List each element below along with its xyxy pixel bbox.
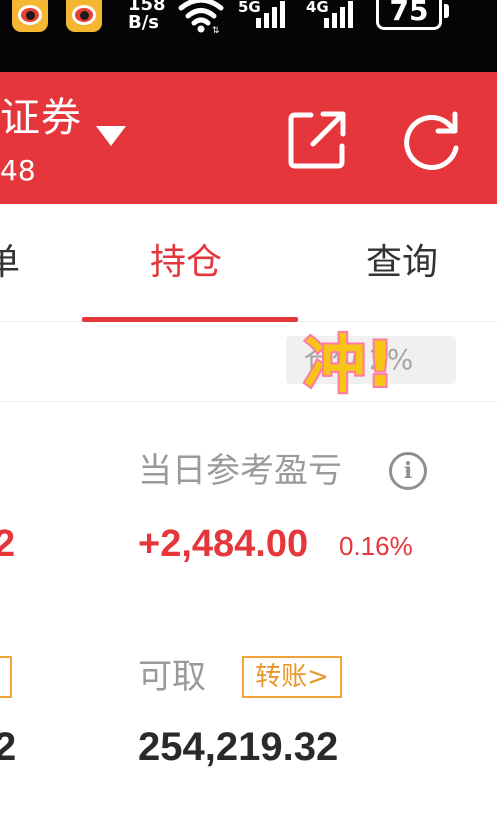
battery-indicator: 75 [376, 0, 442, 30]
tab-order[interactable]: 单 [0, 240, 20, 286]
info-icon[interactable]: i [389, 452, 427, 490]
signal-bars-icon [256, 1, 285, 28]
refresh-icon[interactable] [402, 110, 462, 170]
left-value-fragment-2: 2 [0, 725, 17, 769]
network-speed-unit: B/s [128, 12, 160, 33]
status-bar: 158 B/s ⇅ 5G 4G 75 [0, 0, 497, 72]
trade-tab-bar: 单 持仓 查询 [0, 204, 497, 322]
left-value-fragment: 2 [0, 523, 16, 565]
weibo-icon [66, 0, 102, 32]
battery-tip [444, 4, 449, 18]
daily-pnl-label: 当日参考盈亏 [138, 451, 342, 491]
daily-pnl-percent: 0.16% [339, 531, 413, 561]
daily-pnl-value: +2,484.00 [138, 523, 309, 565]
withdrawable-label: 可取 [138, 657, 206, 697]
network-speed: 158 B/s [128, 0, 166, 32]
withdrawable-value: 254,219.32 [138, 725, 339, 769]
tab-positions[interactable]: 持仓 [150, 240, 222, 286]
svg-text:⇅: ⇅ [212, 26, 220, 34]
app-header: 证券 48 [0, 72, 497, 204]
sticker-emoji: 冲! [302, 326, 396, 403]
account-switch-dropdown-icon[interactable] [96, 126, 126, 146]
left-button-fragment[interactable] [0, 656, 12, 698]
tab-query[interactable]: 查询 [366, 240, 438, 286]
transfer-button[interactable]: 转账> [242, 656, 342, 698]
wifi-icon: ⇅ [178, 0, 224, 34]
sticker-text: 冲! [304, 328, 394, 401]
broker-name[interactable]: 证券 [0, 94, 82, 142]
weibo-icon [12, 0, 48, 32]
share-icon[interactable] [287, 110, 347, 170]
signal-bars-icon [324, 1, 353, 28]
account-number: 48 [0, 154, 36, 187]
